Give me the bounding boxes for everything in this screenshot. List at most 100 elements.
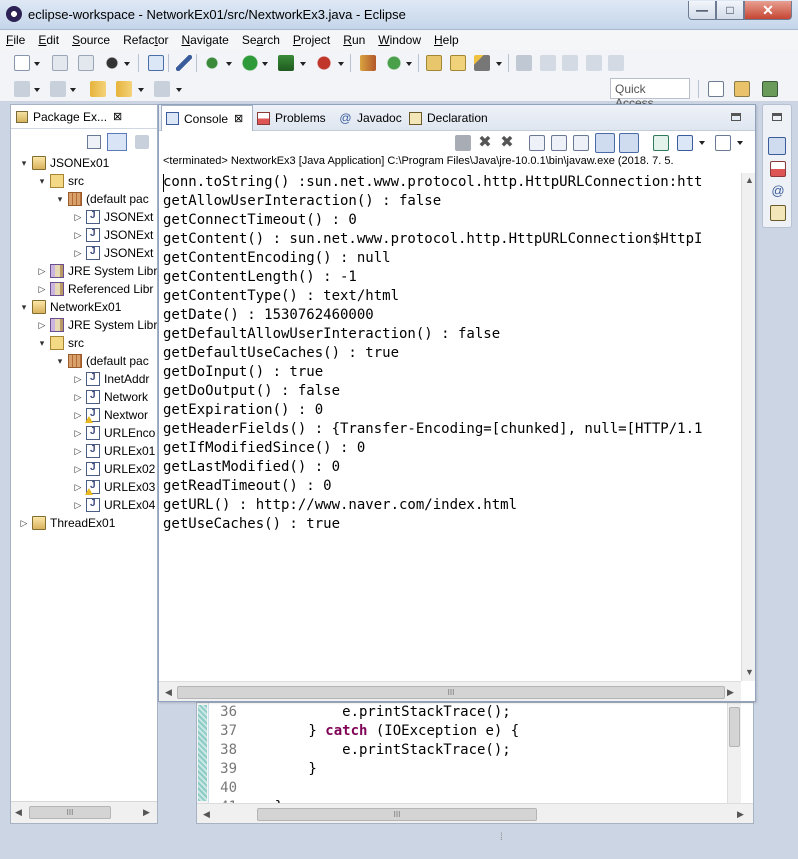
close-button[interactable]: ✕	[744, 1, 792, 20]
tree-item[interactable]: ▷ URLEnco	[73, 424, 155, 442]
scroll-left-icon[interactable]: ◀	[15, 807, 22, 818]
tree-item[interactable]: ▷ URLEx02	[73, 460, 155, 478]
collapse-arrow-icon[interactable]: ▾	[55, 194, 65, 205]
save-icon[interactable]	[52, 55, 68, 71]
tree-item[interactable]: ▷ JRE System Libr	[37, 262, 157, 280]
menu-help[interactable]: Help	[434, 33, 459, 47]
show-whitespace-icon[interactable]	[608, 55, 624, 71]
tree-item[interactable]: ▾ (default pac	[55, 190, 149, 208]
menu-source[interactable]: Source	[72, 33, 110, 47]
expand-arrow-icon[interactable]: ▷	[73, 230, 83, 241]
external-tools-icon[interactable]	[316, 55, 332, 71]
expand-arrow-icon[interactable]: ▷	[19, 518, 29, 529]
package-explorer-tab[interactable]: Package Ex...	[33, 110, 107, 124]
menu-file[interactable]: File	[6, 33, 25, 47]
collapse-all-icon[interactable]	[87, 135, 101, 149]
previous-annotation-icon[interactable]	[50, 81, 66, 97]
expand-arrow-icon[interactable]: ▷	[73, 428, 83, 439]
scroll-right-icon[interactable]: ▶	[143, 807, 150, 818]
coverage-icon[interactable]	[278, 55, 294, 71]
scrollbar-thumb[interactable]: III	[257, 808, 537, 821]
tab-problems[interactable]: Problems	[257, 105, 326, 131]
java-editor[interactable]: 363738394041 e.printStackTrace(); } catc…	[196, 702, 754, 824]
code-line[interactable]: }	[241, 760, 721, 779]
expand-arrow-icon[interactable]: ▷	[73, 500, 83, 511]
tree-item[interactable]: ▾ NetworkEx01	[19, 298, 121, 316]
scroll-up-icon[interactable]: ▲	[745, 175, 754, 185]
display-selected-console-icon[interactable]	[677, 135, 693, 151]
expand-arrow-icon[interactable]: ▷	[73, 446, 83, 457]
editor-vertical-scrollbar[interactable]	[727, 703, 741, 803]
editor-code[interactable]: e.printStackTrace(); } catch (IOExceptio…	[241, 703, 721, 815]
menu-navigate[interactable]: Navigate	[181, 33, 228, 47]
javadoc-at-icon[interactable]: @	[770, 183, 786, 199]
pin-icon[interactable]	[516, 55, 532, 71]
expand-arrow-icon[interactable]: ▷	[37, 284, 47, 295]
tree-item[interactable]: ▷ Nextwor	[73, 406, 148, 424]
menu-search[interactable]: Search	[242, 33, 280, 47]
link-with-editor-icon[interactable]	[107, 133, 127, 151]
code-line[interactable]: e.printStackTrace();	[241, 703, 721, 722]
expand-arrow-icon[interactable]: ▷	[73, 392, 83, 403]
tree-item[interactable]: ▷ JRE System Libr	[37, 316, 157, 334]
open-perspective-icon[interactable]	[708, 81, 724, 97]
maximize-view-icon[interactable]	[731, 113, 741, 121]
code-line[interactable]	[241, 779, 721, 798]
tree-item[interactable]: ▷ InetAddr	[73, 370, 149, 388]
menu-run[interactable]: Run	[343, 33, 365, 47]
new-java-class-icon[interactable]	[386, 55, 402, 71]
scroll-left-icon[interactable]: ◀	[203, 809, 210, 820]
minimize-button[interactable]: —	[688, 1, 716, 20]
collapse-arrow-icon[interactable]: ▾	[55, 356, 65, 367]
expand-arrow-icon[interactable]: ▷	[37, 266, 47, 277]
tree-item[interactable]: ▷ JSONExt	[73, 226, 153, 244]
collapse-arrow-icon[interactable]: ▾	[19, 158, 29, 169]
next-annotation-icon[interactable]	[14, 81, 30, 97]
scroll-down-icon[interactable]: ▼	[745, 667, 754, 677]
collapse-arrow-icon[interactable]: ▾	[37, 176, 47, 187]
show-console-stdout-icon[interactable]	[595, 133, 615, 153]
problems-icon[interactable]	[770, 161, 786, 177]
open-type-icon[interactable]	[426, 55, 442, 71]
menu-window[interactable]: Window	[378, 33, 421, 47]
scrollbar-thumb[interactable]: III	[177, 686, 725, 699]
package-explorer-horizontal-scrollbar[interactable]: ◀ III ▶	[11, 801, 157, 823]
scrollbar-thumb[interactable]	[729, 707, 740, 747]
debug-icon[interactable]	[204, 55, 220, 71]
tree-item[interactable]: ▾ JSONEx01	[19, 154, 109, 172]
menu-project[interactable]: Project	[293, 33, 330, 47]
declaration-icon[interactable]	[770, 205, 786, 221]
terminate-icon[interactable]	[455, 135, 471, 151]
expand-arrow-icon[interactable]: ▷	[73, 374, 83, 385]
open-console-icon[interactable]	[715, 135, 731, 151]
remove-all-launches-icon[interactable]: ✖	[499, 135, 515, 151]
remove-launch-icon[interactable]: ✖	[477, 135, 493, 151]
run-icon[interactable]	[242, 55, 258, 71]
restore-icon[interactable]	[772, 113, 782, 121]
tab-javadoc[interactable]: @ Javadoc	[339, 105, 401, 131]
tree-item[interactable]: ▷ Referenced Libr	[37, 280, 153, 298]
menu-edit[interactable]: Edit	[38, 33, 59, 47]
console-vertical-scrollbar[interactable]: ▲ ▼	[741, 173, 755, 681]
console-horizontal-scrollbar[interactable]: ◀ III ▶	[159, 681, 741, 701]
tree-item[interactable]: ▾ (default pac	[55, 352, 149, 370]
save-all-icon[interactable]	[78, 55, 94, 71]
tree-item[interactable]: ▷ JSONExt	[73, 208, 153, 226]
new-icon[interactable]	[14, 55, 30, 71]
back-icon[interactable]	[116, 81, 132, 97]
scroll-left-icon[interactable]: ◀	[165, 687, 172, 698]
tab-console[interactable]: Console ⊠	[161, 105, 253, 131]
search-icon[interactable]	[474, 55, 490, 71]
tree-item[interactable]: ▷ URLEx04	[73, 496, 155, 514]
quick-access-input[interactable]: Quick Access	[610, 78, 690, 110]
mark-occurrences-icon[interactable]	[562, 55, 578, 71]
scroll-right-icon[interactable]: ▶	[737, 809, 744, 820]
tree-item[interactable]: ▾ src	[37, 172, 84, 190]
tree-item[interactable]: ▷ URLEx03	[73, 478, 155, 496]
menu-refactor[interactable]: Refactor	[123, 33, 168, 47]
toggle-icon[interactable]	[540, 55, 556, 71]
expand-arrow-icon[interactable]: ▷	[73, 248, 83, 259]
view-menu-icon[interactable]	[135, 135, 149, 149]
scroll-lock-icon[interactable]	[551, 135, 567, 151]
word-wrap-icon[interactable]	[573, 135, 589, 151]
